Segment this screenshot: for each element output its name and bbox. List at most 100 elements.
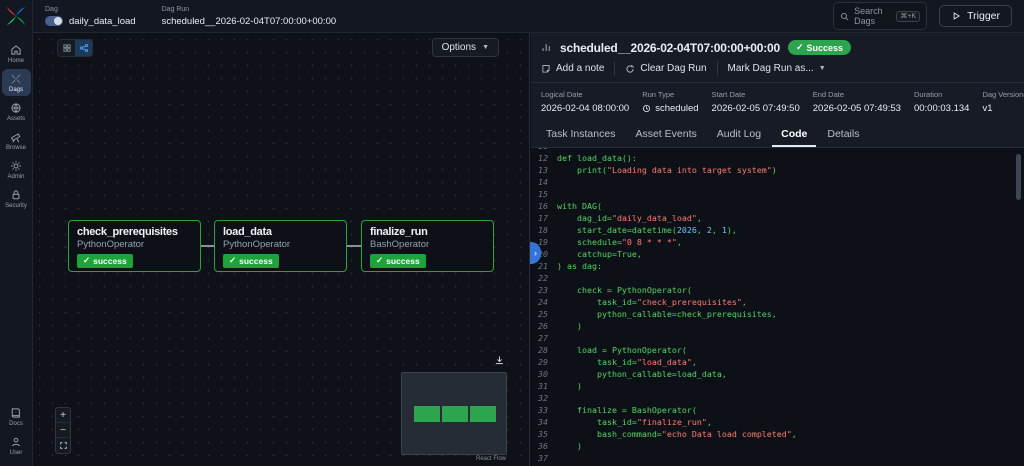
pinwheel-icon [10,73,22,85]
download-icon [494,355,505,366]
check-icon: ✓ [83,255,91,265]
sidebar-item-assets[interactable]: Assets [2,98,31,125]
play-icon [951,11,961,21]
sidebar-item-label: User [9,450,23,456]
code-line: 14 [538,177,548,187]
zoom-in-button[interactable]: + [56,408,70,423]
code-line: 24 task_id="check_prerequisites", [538,297,747,307]
dag-pause-toggle[interactable] [45,16,63,26]
tab-asset-events[interactable]: Asset Events [626,122,705,147]
grid-icon [62,43,72,53]
task-status-badge: ✓ success [77,253,133,268]
tab-details[interactable]: Details [818,122,868,147]
download-button[interactable] [494,355,505,366]
gear-icon [10,160,22,172]
zoom-controls: + − [55,407,71,454]
book-icon [10,407,22,419]
sidebar-item-label: Home [7,58,24,64]
mark-dag-run-as-button[interactable]: Mark Dag Run as... ▼ [716,61,836,76]
task-operator: PythonOperator [77,239,145,250]
home-icon [10,44,22,56]
run-actions: Add a note Clear Dag Run Mark Dag Run as… [531,61,1024,83]
field-end-date: End Date 2026-02-05 07:49:53 [812,90,901,114]
clear-dag-run-button[interactable]: Clear Dag Run [614,61,716,76]
code-line: 37 [538,453,548,463]
refresh-icon [625,64,635,74]
code-line: 23 check = PythonOperator( [538,285,692,295]
minimap-node [470,406,496,422]
graph-icon [79,43,89,53]
code-line: 28 load = PythonOperator( [538,345,687,355]
topbar-right: Search Dags ⌘+K Trigger [833,2,1012,30]
options-label: Options [441,42,477,53]
note-icon [541,64,551,74]
trigger-label: Trigger [967,10,1000,22]
sidebar-item-user[interactable]: User [2,432,31,459]
search-icon [840,12,849,21]
search-input[interactable]: Search Dags ⌘+K [833,2,928,30]
sidebar-item-home[interactable]: Home [2,40,31,67]
trigger-button[interactable]: Trigger [939,5,1012,27]
graph-view-button[interactable] [75,40,92,56]
user-icon [10,436,22,448]
sidebar-item-label: Docs [9,421,23,427]
dag-label: Dag [45,5,58,13]
view-toggle [57,39,93,57]
scrollbar-thumb[interactable] [1016,154,1021,200]
airflow-app: Home Dags Assets Browse Admin Security D… [0,0,1024,466]
check-icon: ✓ [376,255,384,265]
sidebar-item-dags[interactable]: Dags [1,69,31,96]
top-header: Dag daily_data_load Dag Run scheduled__2… [33,0,1024,33]
dag-run-label: Dag Run [161,5,190,13]
options-button[interactable]: Options ▼ [431,38,499,57]
search-placeholder: Search Dags [854,6,883,26]
code-line: 20 catchup=True, [538,249,642,259]
task-title: check_prerequisites [77,226,178,238]
task-node-check-prerequisites[interactable]: check_prerequisites PythonOperator ✓ succ… [68,220,201,272]
chevron-down-icon: ▼ [482,44,489,51]
add-note-button[interactable]: Add a note [541,61,614,76]
code-line: 12 def load_data(): [538,153,637,163]
dag-name[interactable]: daily_data_load [69,16,136,27]
code-line: 26 ) [538,321,582,331]
zoom-out-button[interactable]: − [56,423,70,438]
code-line: 33 finalize = BashOperator( [538,405,697,415]
globe-icon [10,102,22,114]
tab-task-instances[interactable]: Task Instances [537,122,624,147]
tab-audit-log[interactable]: Audit Log [708,122,770,147]
dag-run-breadcrumb: Dag Run scheduled__2026-02-04T07:00:00+0… [162,6,337,27]
fit-view-button[interactable] [56,438,70,453]
code-line: 16 with DAG( [538,201,602,211]
sidebar-item-security[interactable]: Security [2,185,31,212]
dag-run-id[interactable]: scheduled__2026-02-04T07:00:00+00:00 [162,16,337,27]
task-node-load-data[interactable]: load_data PythonOperator ✓ success [214,220,347,272]
minimap-node [442,406,468,422]
task-node-finalize-run[interactable]: finalize_run BashOperator ✓ success [361,220,494,272]
run-fields: Logical Date 2026-02-04 08:00:00 Run Typ… [531,83,1024,122]
task-status-badge: ✓ success [370,253,426,268]
sidebar-item-admin[interactable]: Admin [2,156,31,183]
code-line: 34 task_id="finalize_run", [538,417,712,427]
chevron-down-icon: ▼ [818,65,826,72]
reactflow-attribution[interactable]: React Flow [472,455,509,463]
field-run-type: Run Type scheduled [642,90,699,114]
sidebar-item-label: Assets [6,116,25,122]
code-line: 31 ) [538,381,582,391]
run-status-badge: ✓ Success [787,40,852,55]
code-line: 17 dag_id="daily_data_load", [538,213,702,223]
tab-code[interactable]: Code [772,122,816,147]
check-icon: ✓ [229,255,237,265]
sidebar-item-docs[interactable]: Docs [2,403,31,430]
sidebar-item-label: Security [5,203,27,209]
minimap[interactable] [401,372,507,455]
sidebar: Home Dags Assets Browse Admin Security D… [0,0,33,466]
sidebar-item-label: Browse [5,145,26,151]
code-line: 25 python_callable=check_prerequisites, [538,309,777,319]
code-line: 29 task_id="load_data", [538,357,697,367]
edge-check-to-load [201,245,214,247]
code-line: 36 ) [538,441,582,451]
grid-view-button[interactable] [58,40,75,56]
fit-view-icon [59,441,68,450]
sidebar-item-browse[interactable]: Browse [2,127,31,154]
check-icon: ✓ [795,42,804,52]
